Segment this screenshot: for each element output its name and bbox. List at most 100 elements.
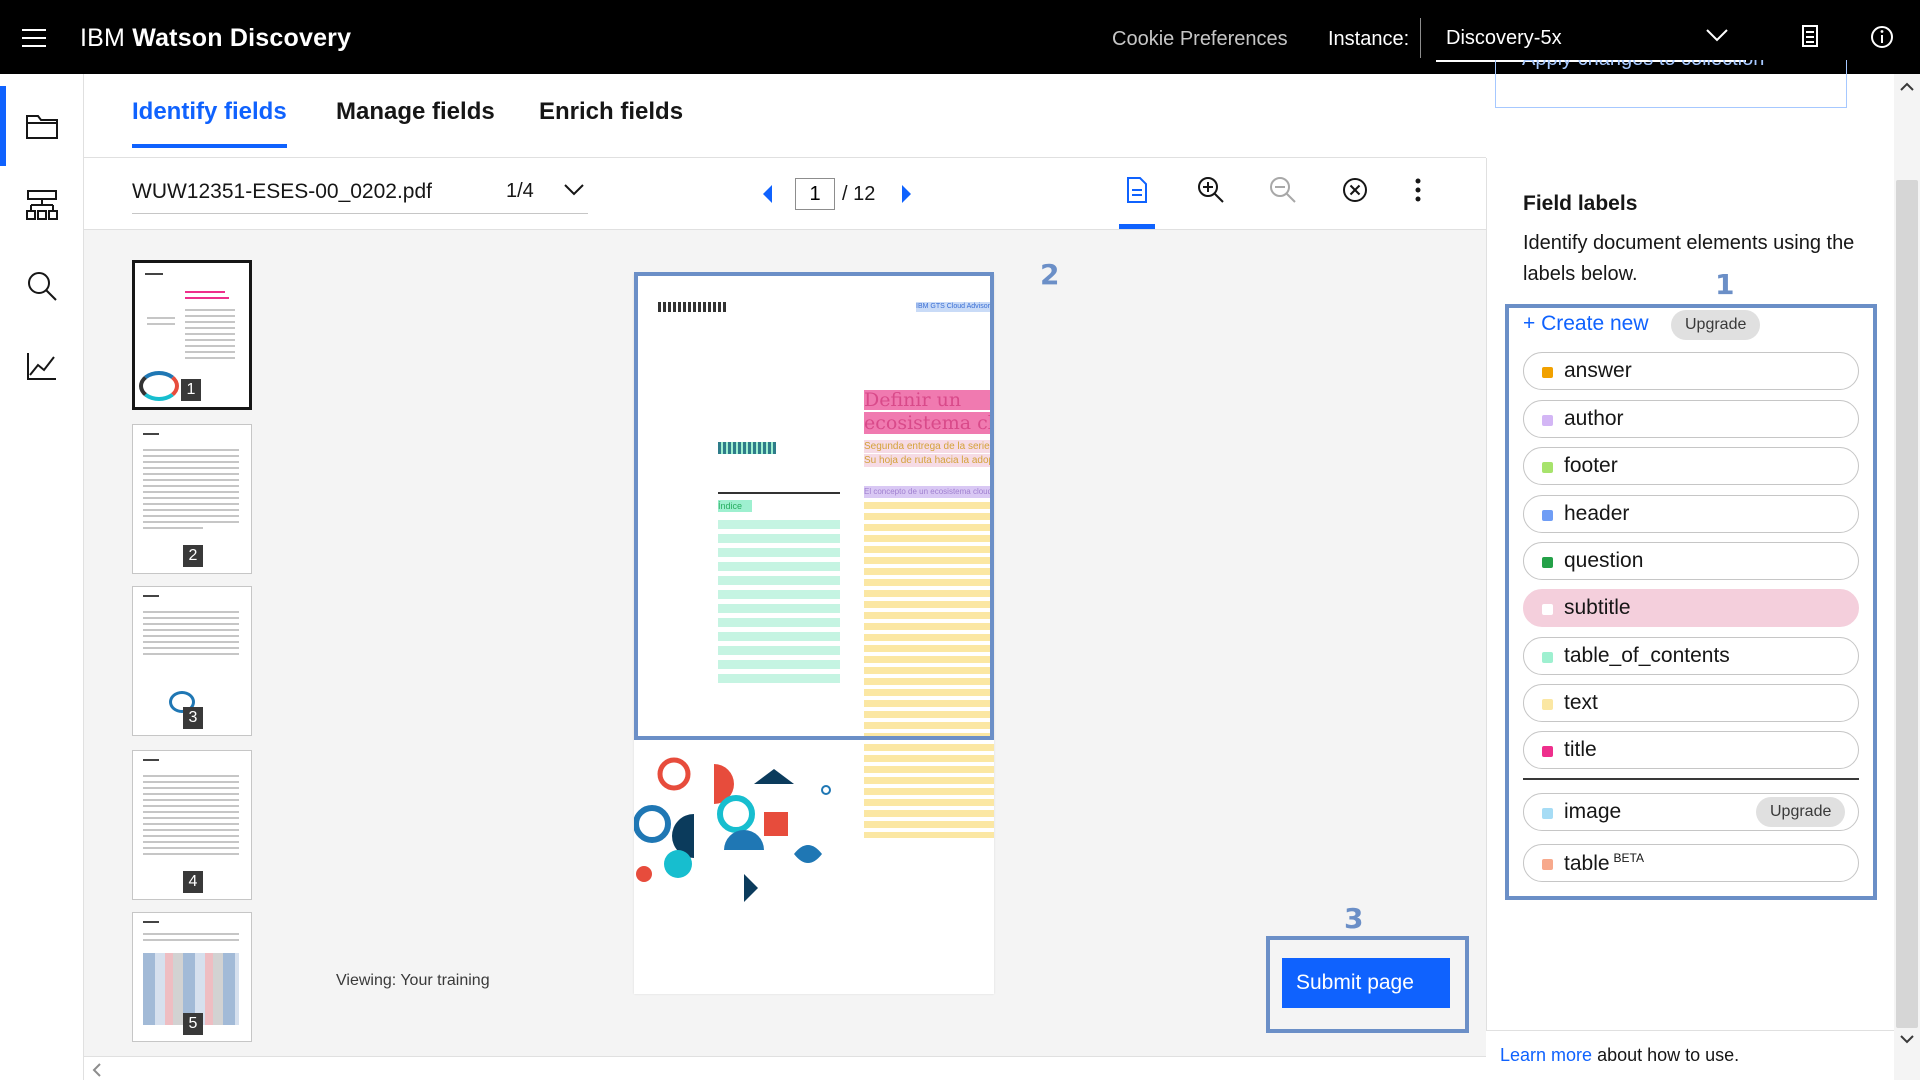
clear-icon[interactable] bbox=[1341, 176, 1369, 204]
vertical-scrollbar[interactable] bbox=[1894, 74, 1920, 1080]
label-image[interactable]: image Upgrade bbox=[1523, 793, 1859, 831]
nav-search[interactable] bbox=[0, 246, 84, 326]
notebook-icon[interactable] bbox=[1800, 24, 1820, 50]
file-name: WUW12351-ESES-00_0202.pdf bbox=[132, 180, 432, 203]
callout-number: 2 bbox=[1040, 258, 1060, 291]
document-region-callout bbox=[634, 272, 994, 740]
apply-changes-button[interactable]: Apply changes to collection bbox=[1495, 60, 1847, 108]
previous-page-icon[interactable] bbox=[760, 183, 774, 205]
label-text: footer bbox=[1564, 454, 1618, 477]
color-swatch bbox=[1542, 808, 1553, 819]
label-text: image bbox=[1564, 800, 1622, 823]
page-thumbnail[interactable]: 2 bbox=[132, 424, 252, 574]
chevron-down-icon[interactable] bbox=[1900, 1034, 1914, 1044]
label-table-of-contents[interactable]: table_of_contents bbox=[1523, 637, 1859, 675]
thumbnail-number: 5 bbox=[183, 1013, 203, 1035]
label-answer[interactable]: answer bbox=[1523, 352, 1859, 390]
color-swatch bbox=[1542, 746, 1553, 757]
scrollbar-thumb[interactable] bbox=[1896, 180, 1918, 1028]
label-text: author bbox=[1564, 407, 1624, 430]
overflow-menu-icon[interactable] bbox=[1414, 176, 1422, 204]
upgrade-tag[interactable]: Upgrade bbox=[1671, 310, 1761, 340]
color-swatch bbox=[1542, 652, 1553, 663]
label-text: table BETA bbox=[1564, 851, 1644, 876]
page-number-input[interactable] bbox=[795, 178, 835, 210]
label-text: question bbox=[1564, 549, 1644, 572]
folder-icon bbox=[26, 115, 58, 139]
next-page-icon[interactable] bbox=[900, 183, 914, 205]
chevron-up-icon[interactable] bbox=[1900, 82, 1914, 92]
zoom-in-icon[interactable] bbox=[1197, 176, 1225, 204]
label-table[interactable]: table BETA bbox=[1523, 844, 1859, 882]
page-total: / 12 bbox=[842, 183, 876, 205]
thumbnail-number: 3 bbox=[183, 707, 203, 729]
info-icon[interactable] bbox=[1870, 24, 1894, 50]
cookie-preferences-link[interactable]: Cookie Preferences bbox=[1112, 28, 1288, 51]
document-view-icon[interactable] bbox=[1126, 176, 1148, 204]
color-swatch bbox=[1542, 699, 1553, 710]
left-nav bbox=[0, 74, 84, 1080]
create-new-label-link[interactable]: + Create new bbox=[1523, 312, 1649, 336]
nav-analytics[interactable] bbox=[0, 326, 84, 406]
page-thumbnail[interactable]: 5 bbox=[132, 912, 252, 1042]
label-text: text bbox=[1564, 691, 1598, 714]
chevron-down-icon bbox=[1706, 29, 1728, 42]
label-text: answer bbox=[1564, 359, 1632, 382]
instance-label: Instance: bbox=[1328, 28, 1410, 50]
chart-line-icon bbox=[27, 353, 56, 380]
instance-dropdown[interactable]: Discovery-5x bbox=[1436, 14, 1746, 62]
document-toolbar: WUW12351-ESES-00_0202.pdf 1/4 / 12 bbox=[84, 158, 1486, 230]
decorative-graphic bbox=[634, 757, 831, 902]
label-text: table_of_contents bbox=[1564, 644, 1730, 667]
panel-description: Identify document elements using the lab… bbox=[1523, 232, 1855, 285]
color-swatch bbox=[1542, 415, 1553, 426]
color-swatch bbox=[1542, 367, 1553, 378]
field-labels-panel: Field labels Identify document elements … bbox=[1486, 158, 1894, 1080]
menu-icon[interactable] bbox=[22, 29, 46, 47]
color-swatch bbox=[1542, 557, 1553, 568]
divider bbox=[1420, 18, 1421, 58]
panel-footer: Learn more about how to use. bbox=[1486, 1030, 1894, 1080]
viewing-status: Viewing: Your training bbox=[336, 972, 490, 989]
page-thumbnail[interactable]: 1 bbox=[132, 260, 252, 410]
tab-bar: Identify fields Manage fields Enrich fie… bbox=[84, 74, 1486, 158]
footer-suffix: about how to use. bbox=[1592, 1045, 1740, 1065]
label-text[interactable]: text bbox=[1523, 684, 1859, 722]
page-thumbnail[interactable]: 3 bbox=[132, 586, 252, 736]
tab-enrich-fields[interactable]: Enrich fields bbox=[539, 98, 683, 144]
brand-prefix: IBM bbox=[80, 24, 126, 52]
callout-number: 1 bbox=[1715, 268, 1735, 301]
panel-title: Field labels bbox=[1523, 192, 1638, 215]
label-header[interactable]: header bbox=[1523, 495, 1859, 533]
label-title[interactable]: title bbox=[1523, 731, 1859, 769]
chevron-left-icon[interactable] bbox=[92, 1063, 102, 1077]
label-subtitle[interactable]: subtitle bbox=[1523, 589, 1859, 627]
horizontal-scrollbar[interactable] bbox=[84, 1056, 1486, 1080]
label-question[interactable]: question bbox=[1523, 542, 1859, 580]
chevron-down-icon bbox=[564, 184, 584, 196]
thumbnail-number: 1 bbox=[181, 379, 201, 401]
label-footer[interactable]: footer bbox=[1523, 447, 1859, 485]
divider bbox=[1523, 778, 1859, 780]
data-structure-icon bbox=[26, 190, 58, 220]
label-text: header bbox=[1564, 502, 1630, 525]
color-swatch bbox=[1542, 510, 1553, 521]
learn-more-link[interactable]: Learn more bbox=[1500, 1045, 1592, 1065]
nav-projects[interactable] bbox=[0, 86, 84, 166]
page-thumbnail[interactable]: 4 bbox=[132, 750, 252, 900]
footer-text: Learn more about how to use. bbox=[1500, 1045, 1739, 1066]
tab-identify-fields[interactable]: Identify fields bbox=[132, 98, 287, 148]
tab-manage-fields[interactable]: Manage fields bbox=[336, 98, 495, 144]
search-icon bbox=[28, 272, 57, 301]
submit-page-button[interactable]: Submit page bbox=[1282, 958, 1450, 1008]
callout-number: 3 bbox=[1344, 902, 1364, 935]
instance-value: Discovery-5x bbox=[1446, 27, 1562, 49]
file-dropdown[interactable]: WUW12351-ESES-00_0202.pdf 1/4 bbox=[132, 176, 588, 214]
zoom-out-icon[interactable] bbox=[1269, 176, 1297, 204]
label-author[interactable]: author bbox=[1523, 400, 1859, 438]
file-count: 1/4 bbox=[506, 180, 534, 202]
nav-data-model[interactable] bbox=[0, 166, 84, 246]
upgrade-tag[interactable]: Upgrade bbox=[1756, 797, 1846, 827]
label-text: subtitle bbox=[1564, 596, 1631, 619]
label-text-value: table bbox=[1564, 852, 1610, 875]
